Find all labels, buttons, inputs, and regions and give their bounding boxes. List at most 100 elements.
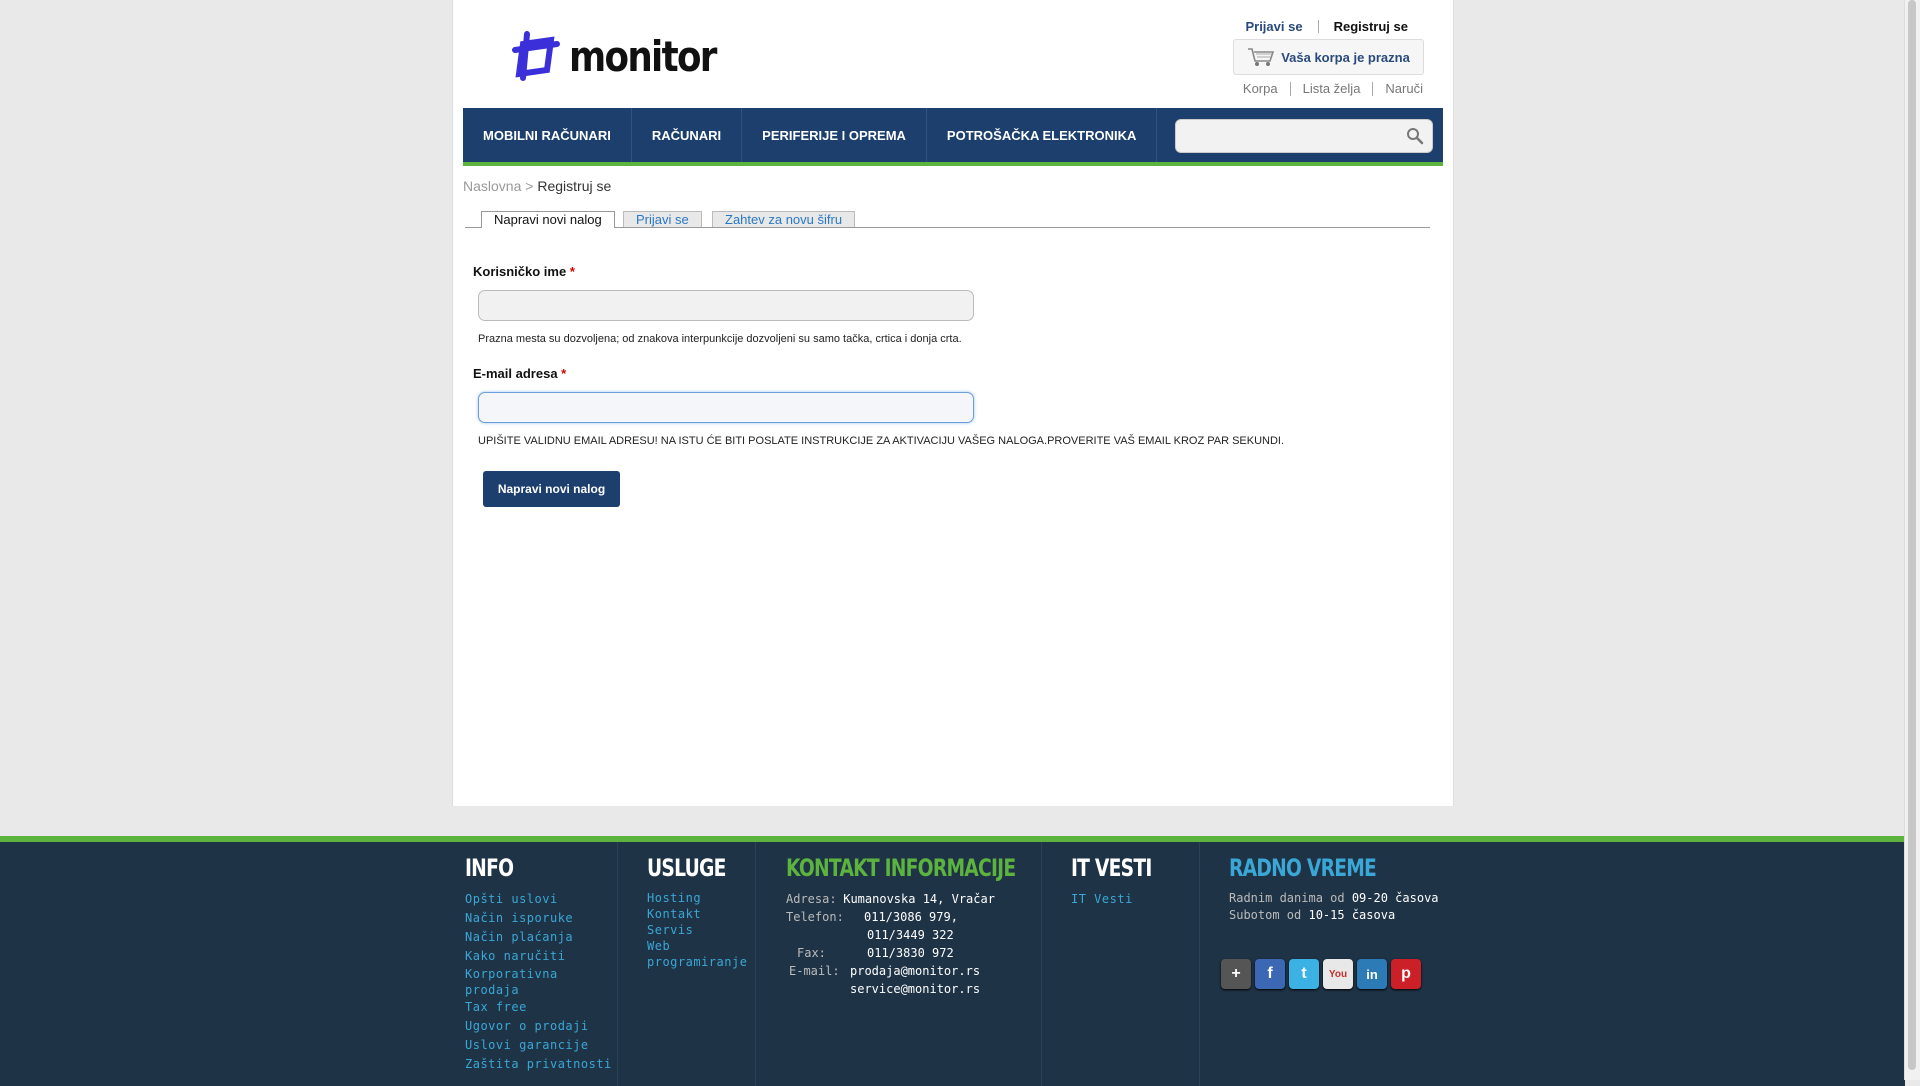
phone-label: Telefon:	[786, 910, 844, 924]
address-label: Adresa:	[786, 892, 837, 906]
weekday-hours: 09-20 časova	[1351, 891, 1439, 905]
footer-link[interactable]: Web	[647, 938, 748, 954]
footer-services-links: Hosting Kontakt Servis Web programiranje	[647, 890, 748, 970]
footer-contact-column: KONTAKT INFORMACIJE Adresa: Kumanovska 1…	[786, 854, 1080, 998]
username-label-text: Korisničko ime	[473, 264, 567, 279]
main-nav: MOBILNI RAČUNARI RAČUNARI PERIFERIJE I O…	[463, 108, 1443, 166]
social-links: + f t You in p	[1221, 959, 1421, 989]
footer-hours-heading: RADNO VREME	[1229, 854, 1377, 882]
saturday-hours: 10-15 časova	[1308, 908, 1396, 922]
email-hint: UPIŠITE VALIDNU EMAIL ADRESU! NA ISTU ĆE…	[478, 435, 1285, 447]
page-scrollbar[interactable]	[1904, 0, 1920, 1080]
monitor-logo-icon	[512, 31, 560, 81]
wishlist-link[interactable]: Lista želja	[1303, 81, 1361, 96]
breadcrumb-separator: >	[525, 178, 534, 194]
footer-link[interactable]: Servis	[647, 922, 748, 938]
footer-link[interactable]: Kako naručiti	[465, 947, 612, 966]
footer-info-heading: INFO	[465, 854, 514, 882]
footer-link[interactable]: prodaja	[465, 982, 612, 998]
account-tabs: Napravi novi nalog Prijavi se Zahtev za …	[465, 211, 1430, 228]
footer-divider	[755, 842, 756, 1086]
footer-contact-heading: KONTAKT INFORMACIJE	[786, 854, 1016, 882]
logo-text: monitor	[569, 31, 717, 81]
twitter-icon[interactable]: t	[1289, 959, 1319, 989]
footer-link[interactable]: Način isporuke	[465, 909, 612, 928]
tab-create-account[interactable]: Napravi novi nalog	[481, 211, 615, 228]
footer-link[interactable]: Hosting	[647, 890, 748, 906]
footer-divider	[1041, 842, 1042, 1086]
footer-link[interactable]: Zaštita privatnosti	[465, 1055, 612, 1074]
phone-value: 011/3086 979,	[864, 910, 958, 924]
youtube-icon[interactable]: You	[1323, 959, 1353, 989]
email-label-text: E-mail adresa	[473, 366, 558, 381]
site-logo[interactable]: monitor	[511, 30, 742, 82]
footer: INFO Opšti uslovi Način isporuke Način p…	[0, 836, 1905, 1086]
fax-label: Fax:	[797, 946, 826, 960]
footer-divider	[1199, 842, 1200, 1086]
footer-services-column: USLUGE Hosting Kontakt Servis Web progra…	[647, 854, 748, 970]
footer-link[interactable]: Uslovi garancije	[465, 1036, 612, 1055]
footer-link[interactable]: Način plaćanja	[465, 928, 612, 947]
tab-login[interactable]: Prijavi se	[623, 211, 702, 227]
create-account-button[interactable]: Napravi novi nalog	[483, 471, 620, 507]
footer-hours-column: RADNO VREME Radnim danima od 09-20 časov…	[1229, 854, 1439, 924]
login-link[interactable]: Prijavi se	[1245, 19, 1302, 34]
pinterest-icon[interactable]: p	[1391, 959, 1421, 989]
phone-value: 011/3449 322	[867, 928, 954, 942]
saturday-label: Subotom od	[1229, 908, 1302, 922]
shopping-cart-icon	[1248, 48, 1275, 66]
contact-info: Adresa: Kumanovska 14, Vračar Telefon: 01…	[786, 890, 1080, 998]
nav-item-computers[interactable]: RAČUNARI	[632, 108, 743, 162]
footer-link[interactable]: Tax free	[465, 998, 612, 1017]
username-hint: Prazna mesta su dozvoljena; od znakova i…	[478, 333, 962, 345]
google-plus-icon[interactable]: +	[1221, 959, 1251, 989]
email-link[interactable]: service@monitor.rs	[786, 980, 1080, 998]
footer-services-heading: USLUGE	[647, 854, 726, 882]
nav-item-mobile-computers[interactable]: MOBILNI RAČUNARI	[463, 108, 632, 162]
search-input[interactable]	[1175, 119, 1433, 153]
footer-info-links: Opšti uslovi Način isporuke Način plaćan…	[465, 890, 612, 1074]
divider	[1317, 20, 1319, 33]
email-label: E-mail:	[789, 964, 840, 978]
footer-link[interactable]: IT Vesti	[1071, 890, 1174, 909]
divider	[1289, 81, 1291, 96]
username-field[interactable]	[478, 290, 974, 321]
register-link[interactable]: Registruj se	[1334, 19, 1408, 34]
address-value: Kumanovska 14, Vračar	[843, 892, 995, 906]
footer-itnews-links: IT Vesti	[1071, 890, 1174, 909]
facebook-icon[interactable]: f	[1255, 959, 1285, 989]
working-hours: Radnim danima od 09-20 časova Subotom od…	[1229, 890, 1439, 924]
required-mark: *	[569, 264, 575, 279]
breadcrumb-current: Registruj se	[537, 178, 612, 194]
weekday-label: Radnim danima od	[1229, 891, 1345, 905]
tab-password-reset[interactable]: Zahtev za novu šifru	[712, 211, 856, 227]
search-icon[interactable]	[1406, 127, 1424, 145]
checkout-link[interactable]: Naruči	[1385, 81, 1423, 96]
account-links: Prijavi se Registruj se	[1245, 19, 1408, 34]
breadcrumb-home[interactable]: Naslovna	[463, 178, 521, 194]
nav-item-peripherals[interactable]: PERIFERIJE I OPREMA	[742, 108, 927, 162]
cart-button[interactable]: Vaša korpa je prazna	[1233, 39, 1424, 75]
footer-link[interactable]: Ugovor o prodaji	[465, 1017, 612, 1036]
required-mark: *	[561, 366, 567, 381]
footer-link[interactable]: Opšti uslovi	[465, 890, 612, 909]
breadcrumb: Naslovna > Registruj se	[463, 178, 611, 194]
divider	[1372, 81, 1374, 96]
email-link[interactable]: prodaja@monitor.rs	[850, 964, 980, 978]
linkedin-icon[interactable]: in	[1357, 959, 1387, 989]
footer-itnews-column: IT VESTI IT Vesti	[1071, 854, 1174, 909]
footer-itnews-heading: IT VESTI	[1071, 854, 1152, 882]
email-field[interactable]	[478, 392, 974, 423]
footer-link[interactable]: Kontakt	[647, 906, 748, 922]
cart-label: Vaša korpa je prazna	[1281, 49, 1410, 65]
nav-item-consumer-electronics[interactable]: POTROŠAČKA ELEKTRONIKA	[927, 108, 1158, 162]
account-sub-links: Korpa Lista želja Naruči	[1243, 81, 1423, 96]
username-label: Korisničko ime *	[473, 264, 575, 279]
scrollbar-thumb[interactable]	[1908, 0, 1916, 1070]
page-container: monitor Prijavi se Registruj se Vaša kor…	[452, 0, 1454, 806]
fax-value: 011/3830 972	[867, 946, 954, 960]
email-label: E-mail adresa *	[473, 366, 566, 381]
footer-link[interactable]: programiranje	[647, 954, 748, 970]
footer-link[interactable]: Korporativna	[465, 966, 612, 982]
cart-link[interactable]: Korpa	[1243, 81, 1278, 96]
